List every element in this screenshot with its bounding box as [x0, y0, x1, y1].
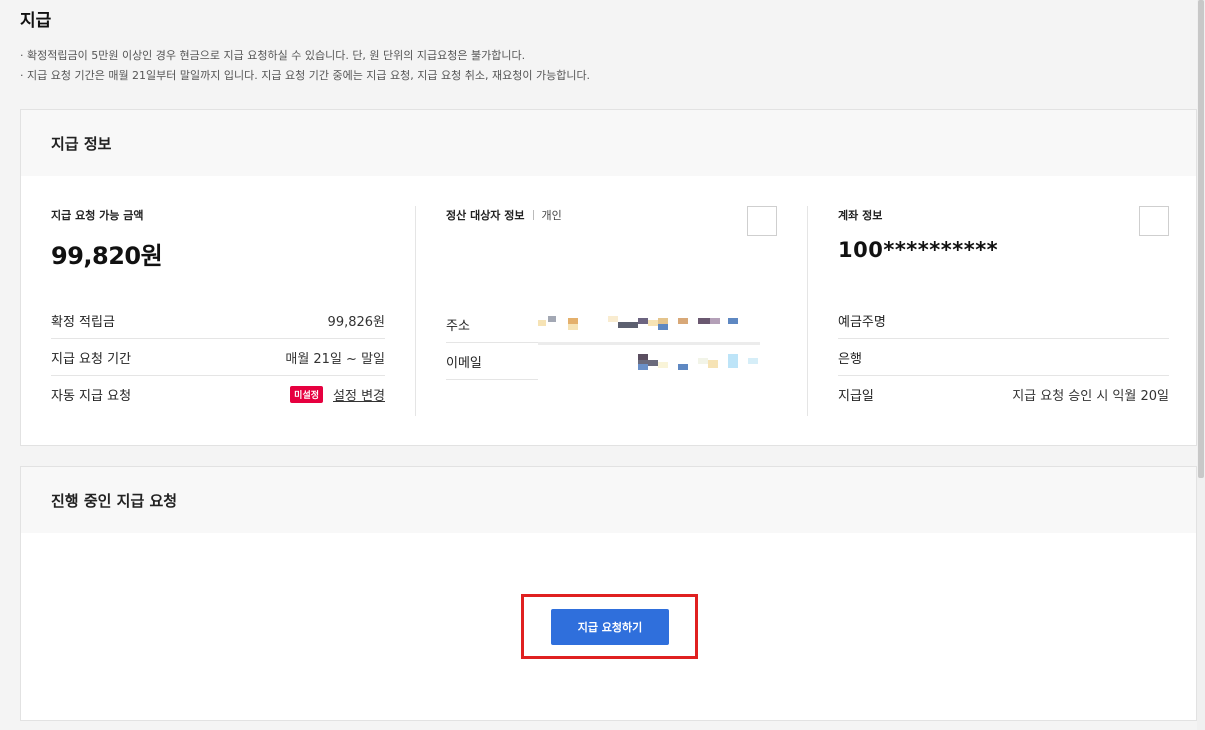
request-payment-button[interactable]: 지급 요청하기	[551, 609, 669, 645]
account-edit-button[interactable]	[1139, 206, 1169, 236]
settlement-column: 정산 대상자 정보 개인	[446, 206, 760, 224]
confirmed-reserve-label: 확정 적립금	[51, 314, 115, 330]
bank-row: 은행	[838, 339, 1169, 376]
scrollbar-thumb[interactable]	[1198, 0, 1204, 478]
progress-panel: 진행 중인 지급 요청 지급 요청하기	[20, 466, 1197, 721]
account-column: 계좌 정보 100********** 예금주명 은행 지급일 지급 요청 승인…	[838, 206, 1169, 404]
status-badge: 미설정	[290, 386, 324, 403]
progress-heading: 진행 중인 지급 요청	[21, 467, 1196, 533]
column-divider	[415, 206, 416, 416]
holder-row: 예금주명	[838, 302, 1169, 339]
bank-label: 은행	[838, 351, 862, 367]
available-amount-value: 99,820원	[51, 242, 163, 270]
payment-info-heading: 지급 정보	[21, 110, 1196, 176]
notice-list: · 확정적립금이 5만원 이상인 경우 현금으로 지급 요청하실 수 있습니다.…	[20, 46, 590, 86]
payment-info-panel: 지급 정보 지급 요청 가능 금액 99,820원 확정 적립금 99,826원…	[20, 109, 1197, 446]
account-number: 100**********	[838, 238, 999, 262]
label-separator	[532, 210, 534, 220]
column-divider	[807, 206, 808, 416]
confirmed-reserve-row: 확정 적립금 99,826원	[51, 302, 385, 339]
available-amount-column: 지급 요청 가능 금액 99,820원 확정 적립금 99,826원 지급 요청…	[51, 206, 385, 404]
auto-request-row: 자동 지급 요청 미설정 설정 변경	[51, 376, 385, 413]
row-divider	[446, 379, 538, 380]
request-period-label: 지급 요청 기간	[51, 351, 132, 367]
account-label: 계좌 정보	[838, 209, 883, 222]
settlement-edit-button[interactable]	[747, 206, 777, 236]
page-title: 지급	[20, 11, 52, 31]
notice-item: · 확정적립금이 5만원 이상인 경우 현금으로 지급 요청하실 수 있습니다.…	[20, 49, 526, 62]
payday-value: 지급 요청 승인 시 익월 20일	[1012, 389, 1169, 404]
row-divider	[446, 342, 538, 343]
payday-label: 지급일	[838, 389, 874, 404]
confirmed-reserve-value: 99,826원	[327, 314, 385, 330]
settlement-type: 개인	[541, 209, 562, 222]
holder-label: 예금주명	[838, 314, 886, 330]
auto-request-label: 자동 지급 요청	[51, 389, 132, 404]
settlement-label: 정산 대상자 정보	[446, 209, 525, 222]
request-period-row: 지급 요청 기간 매월 21일 ~ 말일	[51, 339, 385, 376]
row-divider	[538, 342, 760, 345]
request-period-value: 매월 21일 ~ 말일	[285, 351, 385, 367]
notice-item: · 지급 요청 기간은 매월 21일부터 말일까지 입니다. 지급 요청 기간 …	[20, 69, 591, 82]
address-label: 주소	[446, 319, 470, 334]
available-amount-label: 지급 요청 가능 금액	[51, 209, 144, 222]
payday-row: 지급일 지급 요청 승인 시 익월 20일	[838, 376, 1169, 413]
change-settings-link[interactable]: 설정 변경	[333, 385, 385, 404]
